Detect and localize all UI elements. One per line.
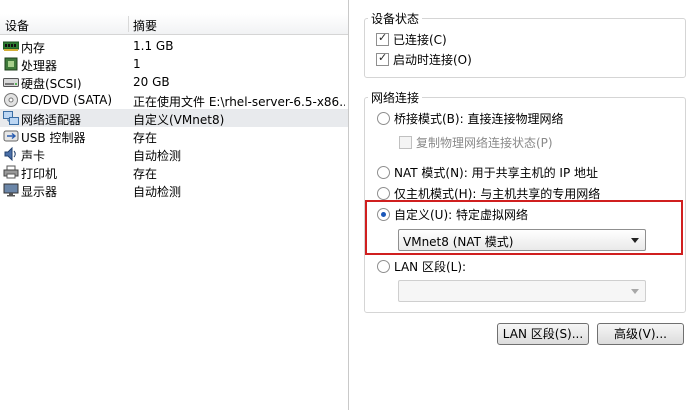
nat-label: NAT 模式(N): 用于共享主机的 IP 地址 (394, 166, 599, 180)
device-status-title: 设备状态 (368, 10, 423, 27)
device-row-sound-card[interactable]: 声卡 自动检测 (0, 145, 348, 163)
device-row-usb-controller[interactable]: USB 控制器 存在 (0, 127, 348, 145)
memory-icon (2, 39, 20, 53)
device-summary: 1.1 GB (133, 39, 174, 53)
device-name: 处理器 (21, 59, 58, 73)
chevron-down-icon (631, 289, 639, 294)
device-summary: 自动检测 (133, 149, 182, 163)
device-row-printer[interactable]: 打印机 存在 (0, 163, 348, 181)
device-summary: 存在 (133, 131, 158, 145)
lan-segment-dropdown[interactable] (398, 280, 646, 302)
harddisk-icon (3, 75, 19, 89)
device-summary: 20 GB (133, 75, 170, 89)
connected-checkbox-box[interactable] (376, 31, 389, 46)
device-name: 打印机 (21, 167, 58, 181)
device-row-display[interactable]: 显示器 自动检测 (0, 181, 348, 199)
device-row-network-adapter[interactable]: 网络适配器 自定义(VMnet8) (0, 109, 348, 127)
lan-segment-radio-button[interactable] (377, 260, 390, 273)
bridged-radio-button[interactable] (377, 112, 390, 125)
usb-icon (3, 129, 19, 143)
device-status-group (364, 18, 686, 78)
nat-radio-button[interactable] (377, 166, 390, 179)
device-name: 声卡 (21, 149, 46, 163)
bridged-label: 桥接模式(B): 直接连接物理网络 (394, 112, 564, 126)
display-icon (3, 183, 19, 197)
replicate-state-label: 复制物理网络连接状态(P) (416, 136, 553, 150)
cd-dvd-icon (3, 93, 19, 107)
highlight-box (365, 200, 683, 255)
device-name: 内存 (21, 41, 46, 55)
device-name: 显示器 (21, 185, 58, 199)
connect-at-power-on-label: 启动时连接(O) (393, 53, 472, 67)
lan-segment-label: LAN 区段(L): (394, 260, 467, 274)
column-header-device[interactable]: 设备 (5, 17, 29, 34)
column-header-summary[interactable]: 摘要 (133, 17, 157, 34)
device-summary: 正在使用文件 E:\rhel-server-6.5-x86... (133, 95, 345, 109)
device-row-cd-dvd[interactable]: CD/DVD (SATA) 正在使用文件 E:\rhel-server-6.5-… (0, 91, 348, 109)
device-row-harddisk[interactable]: 硬盘(SCSI) 20 GB (0, 73, 348, 91)
processor-icon (3, 57, 19, 71)
device-summary: 自定义(VMnet8) (133, 113, 225, 127)
device-name: USB 控制器 (21, 131, 86, 145)
advanced-button[interactable]: 高级(V)... (597, 323, 684, 345)
device-name: 网络适配器 (21, 113, 82, 127)
sound-card-icon (3, 146, 19, 162)
device-name: CD/DVD (SATA) (21, 93, 113, 107)
connect-at-power-on-checkbox-box[interactable] (376, 51, 389, 66)
printer-icon (3, 165, 19, 179)
device-summary: 存在 (133, 167, 158, 181)
device-row-memory[interactable]: 内存 1.1 GB (0, 37, 348, 55)
host-only-radio-button[interactable] (377, 187, 390, 200)
device-row-processor[interactable]: 处理器 1 (0, 55, 348, 73)
device-list-header: 设备 摘要 (0, 14, 348, 35)
network-connection-title: 网络连接 (368, 89, 423, 106)
device-list-panel: 设备 摘要 内存 1.1 GB 处理器 1 硬盘(SCSI) 20 GB CD/… (0, 0, 348, 410)
column-separator (128, 16, 129, 32)
device-name: 硬盘(SCSI) (21, 77, 82, 91)
device-summary: 1 (133, 57, 141, 71)
device-summary: 自动检测 (133, 185, 182, 199)
panel-divider (348, 0, 349, 410)
network-adapter-icon (3, 111, 19, 125)
lan-segments-button[interactable]: LAN 区段(S)... (497, 323, 589, 345)
connected-label: 已连接(C) (393, 33, 447, 47)
replicate-state-checkbox-box[interactable] (399, 136, 412, 149)
